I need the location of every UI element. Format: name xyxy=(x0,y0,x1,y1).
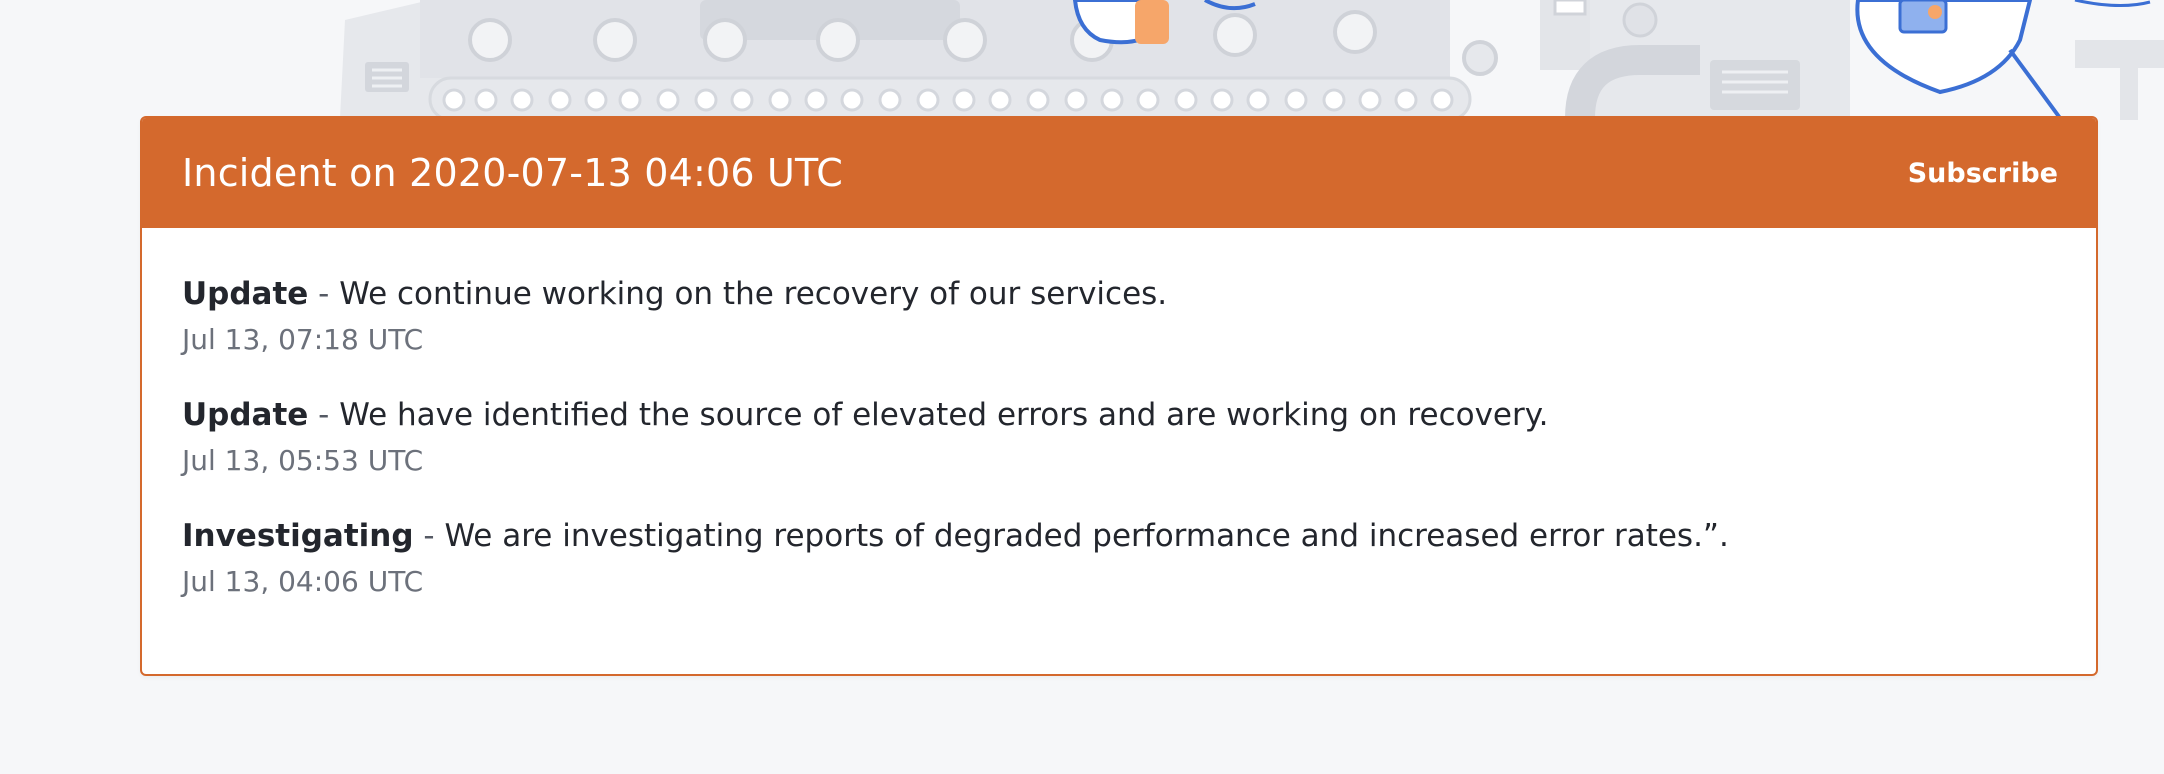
subscribe-button[interactable]: Subscribe xyxy=(1908,158,2058,189)
update-message: We are investigating reports of degraded… xyxy=(444,518,1729,554)
right-machine-illustration xyxy=(1540,0,1850,119)
update-status: Investigating xyxy=(182,518,414,554)
update-item: Update - We continue working on the reco… xyxy=(182,274,2056,357)
right-worker-illustration xyxy=(1855,0,2164,120)
incident-title: Incident on 2020-07-13 04:06 UTC xyxy=(182,151,843,195)
factory-illustration xyxy=(340,0,2164,122)
update-body: Update - We have identified the source o… xyxy=(182,395,2056,435)
update-status: Update xyxy=(182,397,309,433)
update-separator: - xyxy=(413,518,445,554)
incident-card: Incident on 2020-07-13 04:06 UTC Subscri… xyxy=(140,116,2098,676)
update-separator: - xyxy=(308,397,340,433)
update-separator: - xyxy=(308,276,340,312)
update-message: We continue working on the recovery of o… xyxy=(339,276,1168,312)
update-body: Investigating - We are investigating rep… xyxy=(182,516,2056,556)
conveyor-illustration xyxy=(420,0,1498,122)
update-item: Update - We have identified the source o… xyxy=(182,395,2056,478)
update-status: Update xyxy=(182,276,309,312)
update-timestamp: Jul 13, 04:06 UTC xyxy=(182,565,424,598)
update-timestamp: Jul 13, 07:18 UTC xyxy=(182,323,424,356)
update-body: Update - We continue working on the reco… xyxy=(182,274,2056,314)
update-item: Investigating - We are investigating rep… xyxy=(182,516,2056,599)
status-page: Incident on 2020-07-13 04:06 UTC Subscri… xyxy=(0,0,2164,774)
update-message: We have identified the source of elevate… xyxy=(339,397,1549,433)
incident-header: Incident on 2020-07-13 04:06 UTC Subscri… xyxy=(142,118,2096,228)
incident-updates: Update - We continue working on the reco… xyxy=(142,228,2096,599)
update-timestamp: Jul 13, 05:53 UTC xyxy=(182,444,424,477)
